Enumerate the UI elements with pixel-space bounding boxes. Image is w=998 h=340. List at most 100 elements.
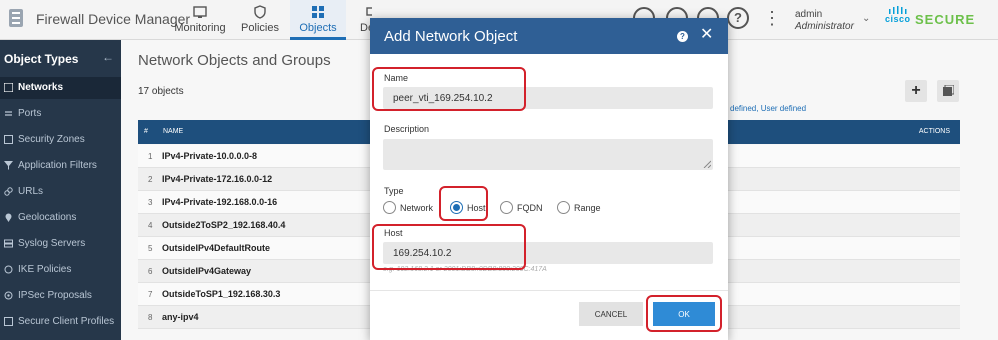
dialog-divider bbox=[370, 290, 728, 291]
col-actions: ACTIONS bbox=[918, 128, 950, 135]
help-icon[interactable]: ? bbox=[727, 7, 749, 29]
network-icon bbox=[4, 83, 13, 92]
sidebar-item-label: IKE Policies bbox=[18, 264, 72, 275]
zone-icon bbox=[4, 135, 13, 144]
plus-icon: + bbox=[911, 82, 921, 99]
monitoring-icon bbox=[193, 6, 207, 18]
tab-objects[interactable]: Objects bbox=[290, 0, 346, 40]
row-number: 1 bbox=[148, 152, 153, 161]
row-name: OutsideToSP1_192.168.30.3 bbox=[162, 289, 281, 299]
cisco-logo-icon bbox=[889, 6, 907, 14]
sidebar-item-geolocations[interactable]: Geolocations bbox=[0, 207, 121, 229]
tab-policies[interactable]: Policies bbox=[232, 0, 288, 40]
row-name: any-ipv4 bbox=[162, 312, 199, 322]
ike-icon bbox=[4, 265, 13, 274]
ports-icon bbox=[5, 111, 12, 116]
app-title: Firewall Device Manager bbox=[36, 11, 191, 27]
sidebar-item-label: Application Filters bbox=[18, 160, 97, 171]
row-number: 6 bbox=[148, 267, 153, 276]
syslog-icon bbox=[4, 239, 13, 248]
close-icon[interactable]: ✕ bbox=[700, 27, 713, 43]
sidebar-item-syslog-servers[interactable]: Syslog Servers bbox=[0, 233, 121, 255]
sidebar-item-label: Networks bbox=[18, 82, 64, 93]
radio-network-label: Network bbox=[400, 203, 434, 213]
radio-range-dot[interactable] bbox=[557, 201, 570, 214]
row-number: 3 bbox=[148, 198, 153, 207]
resize-grip-icon[interactable] bbox=[703, 160, 711, 168]
host-label: Host bbox=[384, 228, 403, 238]
sidebar-item-security-zones[interactable]: Security Zones bbox=[0, 129, 121, 151]
row-number: 8 bbox=[148, 313, 153, 322]
sidebar-item-ipsec-proposals[interactable]: IPSec Proposals bbox=[0, 285, 121, 307]
ok-button[interactable]: OK bbox=[653, 302, 715, 326]
sidebar-item-ike-policies[interactable]: IKE Policies bbox=[0, 259, 121, 281]
dialog-help-icon[interactable]: ? bbox=[677, 31, 688, 42]
row-name: OutsideIPv4Gateway bbox=[162, 266, 252, 276]
collapse-sidebar-icon[interactable]: ← bbox=[102, 50, 114, 64]
sidebar-item-urls[interactable]: URLs bbox=[0, 181, 121, 203]
description-textarea[interactable] bbox=[383, 139, 713, 170]
type-label: Type bbox=[384, 186, 404, 196]
description-label: Description bbox=[384, 124, 430, 134]
sidebar-item-label: IPSec Proposals bbox=[18, 290, 92, 301]
radio-network-dot[interactable] bbox=[383, 201, 396, 214]
cancel-button[interactable]: CANCEL bbox=[579, 302, 643, 326]
tab-objects-label: Objects bbox=[299, 22, 337, 34]
sidebar-item-label: URLs bbox=[18, 186, 44, 197]
row-number: 7 bbox=[148, 290, 153, 299]
row-number: 4 bbox=[148, 221, 153, 230]
tab-monitoring-label: Monitoring bbox=[174, 22, 226, 34]
add-network-object-dialog: Add Network Object ? ✕ Name Description … bbox=[370, 18, 728, 340]
row-number: 2 bbox=[148, 175, 153, 184]
row-name: IPv4-Private-172.16.0.0-12 bbox=[162, 174, 273, 184]
cisco-wordmark: cisco bbox=[885, 14, 911, 24]
radio-host-dot[interactable] bbox=[450, 201, 463, 214]
tab-monitoring[interactable]: Monitoring bbox=[172, 0, 228, 40]
host-input[interactable] bbox=[383, 242, 713, 264]
col-number: # bbox=[144, 128, 148, 135]
tab-policies-label: Policies bbox=[241, 22, 279, 34]
sidebar-item-label: Ports bbox=[18, 108, 42, 119]
row-name: IPv4-Private-10.0.0.0-8 bbox=[162, 151, 258, 161]
sidebar-item-label: Geolocations bbox=[18, 212, 77, 223]
user-name[interactable]: admin bbox=[795, 9, 822, 20]
sidebar-item-application-filters[interactable]: Application Filters bbox=[0, 155, 121, 177]
profile-icon bbox=[4, 317, 13, 326]
row-name: IPv4-Private-192.168.0.0-16 bbox=[162, 197, 278, 207]
more-menu-icon[interactable]: ⋮ bbox=[763, 8, 781, 28]
radio-host-label: Host bbox=[467, 203, 486, 213]
dialog-title: Add Network Object bbox=[384, 28, 518, 45]
ipsec-icon bbox=[4, 291, 13, 300]
objects-icon bbox=[312, 6, 324, 18]
col-name[interactable]: NAME bbox=[163, 128, 183, 135]
radio-fqdn-dot[interactable] bbox=[500, 201, 513, 214]
deploy-changes-icon bbox=[943, 85, 954, 96]
row-name: OutsideIPv4DefaultRoute bbox=[162, 243, 271, 253]
geolocation-icon bbox=[5, 213, 12, 222]
user-role: Administrator bbox=[795, 21, 854, 32]
name-input[interactable] bbox=[383, 87, 713, 109]
radio-range-label: Range bbox=[574, 203, 601, 213]
sidebar-item-secure-client-profiles[interactable]: Secure Client Profiles bbox=[0, 311, 121, 333]
chevron-down-icon[interactable]: ⌄ bbox=[862, 13, 870, 24]
sidebar-item-ports[interactable]: Ports bbox=[0, 103, 121, 125]
secure-wordmark: SECURE bbox=[915, 12, 976, 27]
sidebar-item-networks[interactable]: Networks bbox=[0, 77, 121, 99]
fdm-logo-icon bbox=[9, 9, 23, 27]
sidebar-item-label: Syslog Servers bbox=[18, 238, 86, 249]
sidebar-item-label: Secure Client Profiles bbox=[18, 316, 115, 327]
tab-device[interactable]: De bbox=[348, 0, 372, 40]
host-hint: e.g. 192.168.2.1 or 2001:DB8::0DB8:800:2… bbox=[383, 266, 547, 273]
row-number: 5 bbox=[148, 244, 153, 253]
deploy-changes-button[interactable] bbox=[937, 80, 959, 102]
dialog-header: Add Network Object ? ✕ bbox=[370, 18, 728, 54]
filter-icon bbox=[4, 161, 13, 170]
name-label: Name bbox=[384, 73, 409, 83]
link-icon bbox=[4, 187, 13, 196]
filter-text[interactable]: defined, User defined bbox=[730, 104, 806, 113]
policies-icon bbox=[254, 5, 266, 19]
object-count: 17 objects bbox=[138, 86, 184, 97]
add-object-button[interactable]: + bbox=[905, 80, 927, 102]
page-title: Network Objects and Groups bbox=[138, 52, 331, 69]
sidebar-item-label: Security Zones bbox=[18, 134, 85, 145]
